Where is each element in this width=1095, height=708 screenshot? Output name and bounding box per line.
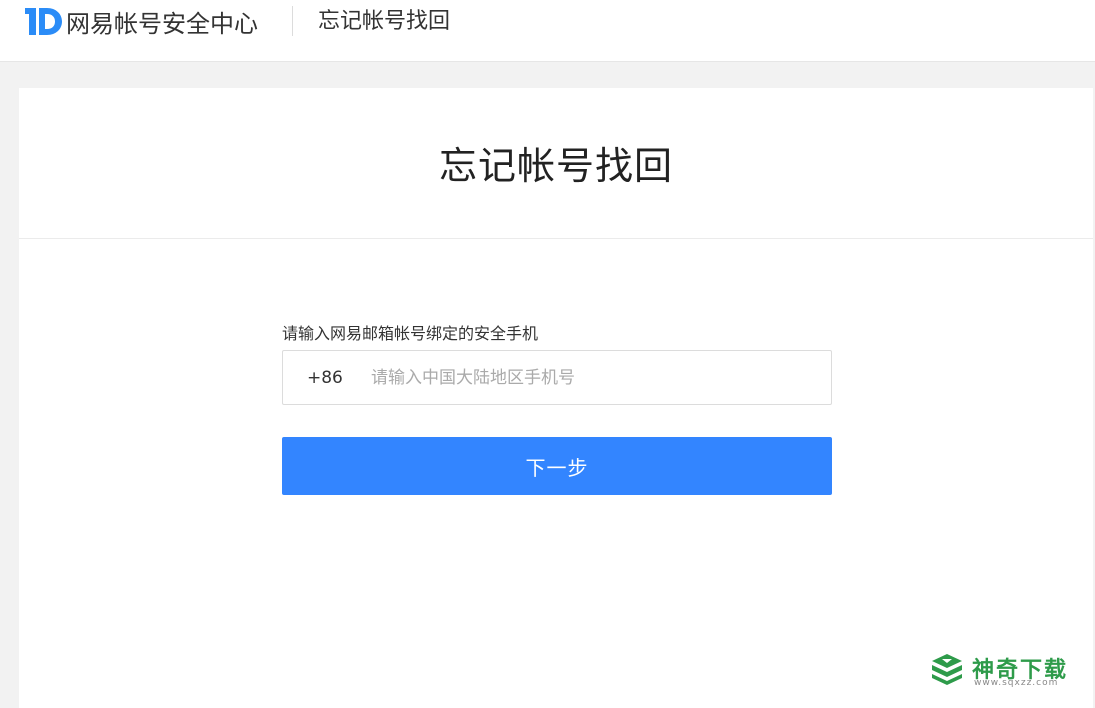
header-divider — [292, 6, 293, 36]
page-title: 忘记帐号找回 — [438, 143, 673, 188]
country-code-select[interactable]: +86 — [283, 368, 371, 388]
top-bar: 网易帐号安全中心 忘记帐号找回 — [0, 0, 1095, 62]
shenqi-logo-icon — [932, 654, 962, 685]
site-title: 网易帐号安全中心 — [66, 9, 258, 38]
phone-input-group: +86 — [282, 350, 832, 405]
card-header: 忘记帐号找回 — [19, 88, 1093, 239]
netease-id-logo-icon — [25, 8, 62, 35]
main-card: 忘记帐号找回 请输入网易邮箱帐号绑定的安全手机 +86 下一步 — [19, 88, 1093, 708]
phone-input[interactable] — [371, 351, 831, 404]
next-step-button[interactable]: 下一步 — [282, 437, 832, 495]
watermark: 神奇下载 www.sqxzz.com — [930, 652, 1080, 692]
site-logo[interactable]: 网易帐号安全中心 — [25, 5, 258, 38]
header-subtitle: 忘记帐号找回 — [318, 9, 451, 34]
watermark-url: www.sqxzz.com — [974, 678, 1059, 688]
phone-field-label: 请输入网易邮箱帐号绑定的安全手机 — [282, 324, 539, 343]
